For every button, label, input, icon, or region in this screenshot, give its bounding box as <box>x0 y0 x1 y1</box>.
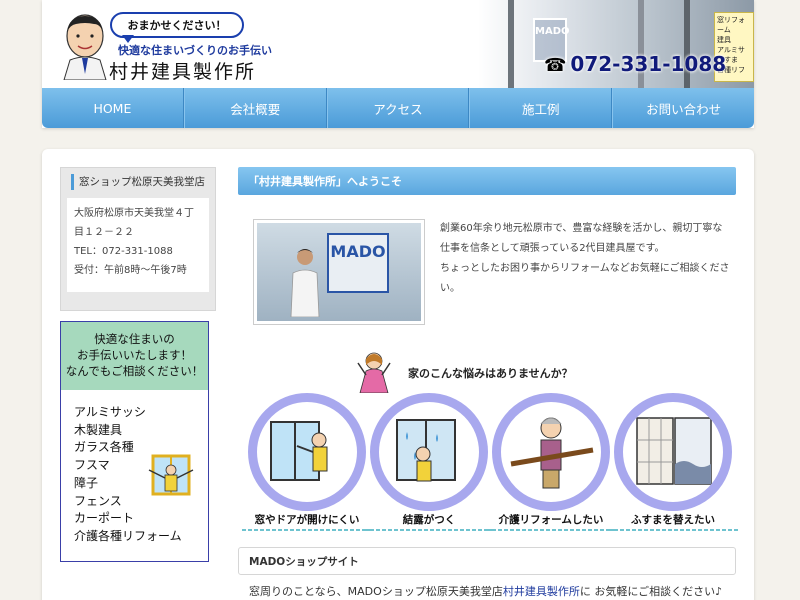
elderly-handrail-illustration <box>510 417 594 489</box>
owner-figure <box>290 249 320 317</box>
service-item: アルミサッシ <box>74 405 146 419</box>
concern-circle[interactable] <box>370 393 488 511</box>
store-pillar <box>508 0 514 88</box>
intro-paragraph: 創業60年余り地元松原市で、豊富な経験を活かし、親切丁寧な仕事を信条として頑張っ… <box>440 223 723 254</box>
fusuma-illustration <box>636 417 712 485</box>
worried-woman-illustration <box>357 352 391 393</box>
site-header: おまかせください！ 快適な住まいづくりのお手伝い 村井建具製作所 MADO 窓リ… <box>42 0 754 128</box>
footer-suffix: に お気軽にご相談ください♪ <box>579 585 723 598</box>
heading-line: なんでもご相談ください！ <box>65 364 204 378</box>
shop-tel: TEL：072-331-1088 <box>74 246 173 257</box>
shop-address: 大阪府松原市天美我堂４丁目１２－２２ <box>74 208 194 238</box>
nav-home[interactable]: HOME <box>42 88 184 128</box>
concern-label: ふすまを替えたい <box>608 512 738 531</box>
photo-mado-sign: MADO <box>327 233 389 293</box>
concern-circle[interactable] <box>614 393 732 511</box>
footer-prefix: 窓周りのことなら、MADOショップ松原天美我堂店 <box>249 585 503 598</box>
heading-line: 快適な住まいの <box>94 332 175 346</box>
nav-works[interactable]: 施工例 <box>469 88 613 128</box>
shop-details: 大阪府松原市天美我堂４丁目１２－２２ TEL：072-331-1088 受付：午… <box>67 198 209 292</box>
shop-hours: 受付：午前8時～午後7時 <box>74 265 187 276</box>
shop-info-box: 窓ショップ松原天美我堂店 大阪府松原市天美我堂４丁目１２－２２ TEL：072-… <box>60 167 216 311</box>
intro-text: 創業60年余り地元松原市で、豊富な経験を活かし、親切丁寧な仕事を信条として頑張っ… <box>440 219 732 299</box>
heading-line: お手伝いいたします！ <box>77 348 192 362</box>
nav-contact[interactable]: お問い合わせ <box>612 88 754 128</box>
company-link[interactable]: 村井建具製作所 <box>503 585 580 598</box>
nav-company[interactable]: 会社概要 <box>183 88 327 128</box>
sign-line: 窓リフォーム <box>717 16 745 34</box>
nav-access[interactable]: アクセス <box>326 88 470 128</box>
service-item: 木製建具 <box>74 422 123 437</box>
concern-label: 介護リフォームしたい <box>486 512 616 531</box>
owner-photo-image: MADO <box>257 223 421 321</box>
concern-circle[interactable] <box>248 393 366 511</box>
mascot-illustration <box>63 14 107 80</box>
site-tagline: 快適な住まいづくりのお手伝い <box>118 44 272 57</box>
stuck-window-illustration <box>270 421 328 481</box>
speech-bubble: おまかせください！ <box>110 12 244 43</box>
window-person-illustration <box>148 454 194 496</box>
owner-photo: MADO <box>253 219 425 325</box>
main-nav: HOME 会社概要 アクセス 施工例 お問い合わせ <box>42 88 754 128</box>
phone-number: 072-331-1088 <box>570 52 727 76</box>
concerns-row: 窓やドアが開けにくい 結露がつく 介護リフォームしたい ふすまを替えたい <box>242 393 738 533</box>
condensation-illustration <box>396 419 456 482</box>
header-phone[interactable]: ☎ 072-331-1088 <box>544 52 726 76</box>
concern-label: 窓やドアが開けにくい <box>242 512 372 531</box>
mado-shop-site-section[interactable]: MADOショップサイト <box>238 547 736 575</box>
telephone-icon: ☎ <box>544 55 567 76</box>
company-logo-text[interactable]: 村井建具製作所 <box>109 57 256 84</box>
shop-name: 窓ショップ松原天美我堂店 <box>71 174 209 190</box>
services-heading: 快適な住まいの お手伝いいたします！ なんでもご相談ください！ <box>61 322 208 390</box>
concern-label: 結露がつく <box>364 512 494 531</box>
welcome-heading: 「村井建具製作所」へようこそ <box>238 167 736 195</box>
sign-line: 建具 <box>717 36 731 44</box>
concern-circle[interactable] <box>492 393 610 511</box>
footer-message: 窓周りのことなら、MADOショップ松原天美我堂店村井建具製作所に お気軽にご相談… <box>249 583 722 599</box>
intro-paragraph: ちょっとしたお困り事からリフォームなどお気軽にご相談ください。 <box>440 263 730 294</box>
service-item: 介護各種リフォーム <box>74 528 182 543</box>
concerns-heading: 家のこんな悩みはありませんか？ <box>408 367 573 380</box>
concerns-header: 家のこんな悩みはありませんか？ <box>352 349 652 393</box>
service-item: カーポート <box>74 511 135 526</box>
services-banner[interactable]: 快適な住まいの お手伝いいたします！ なんでもご相談ください！ アルミサッシ 木… <box>60 321 209 562</box>
main-content: 窓ショップ松原天美我堂店 大阪府松原市天美我堂４丁目１２－２２ TEL：072-… <box>42 149 754 600</box>
